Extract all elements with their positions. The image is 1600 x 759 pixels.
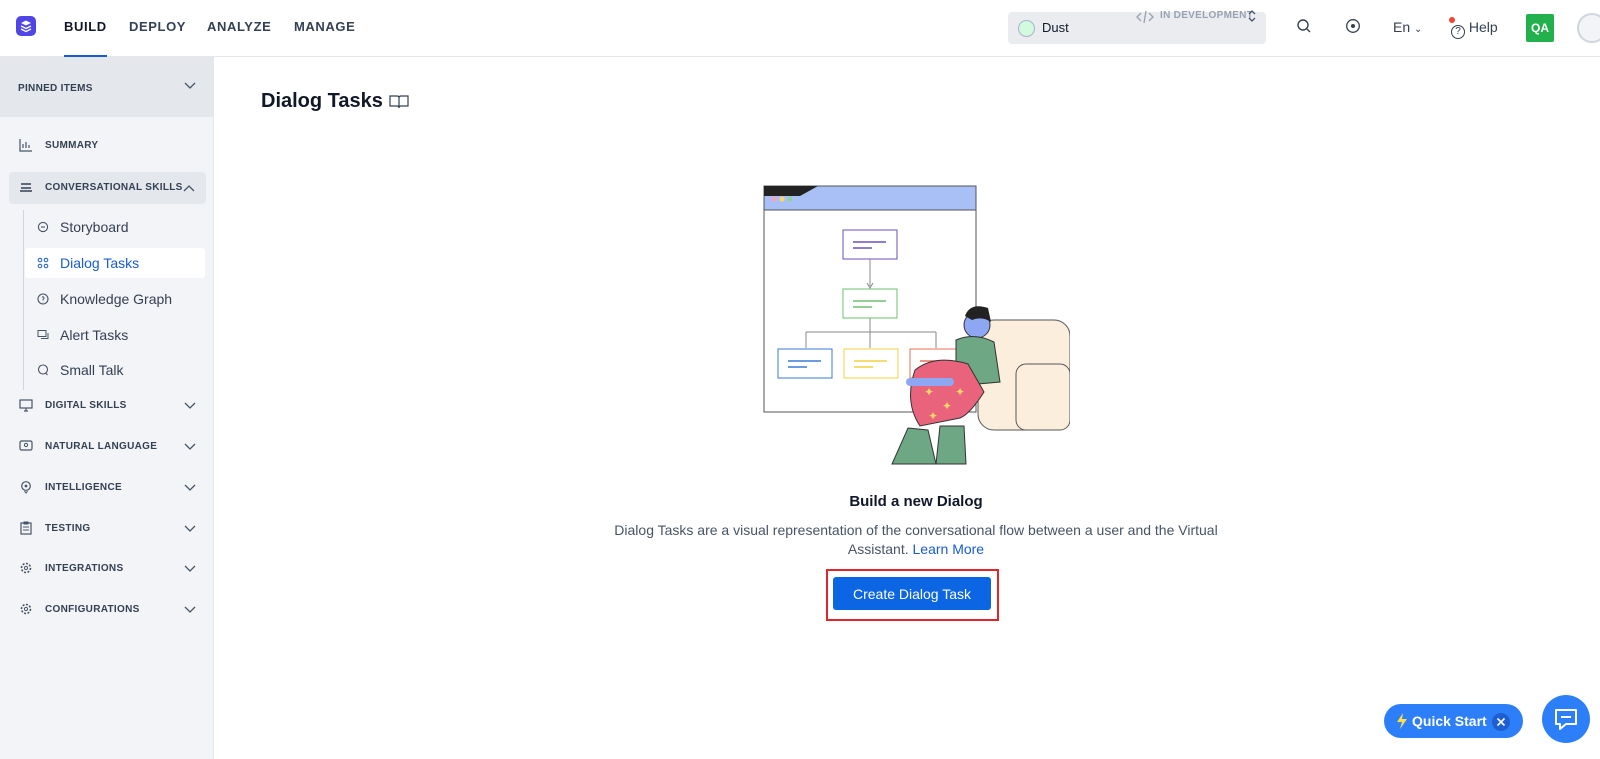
- compass-icon[interactable]: [1345, 18, 1361, 34]
- help-button[interactable]: ? Help: [1451, 19, 1498, 39]
- chevron-down-icon: [184, 565, 196, 572]
- chevron-up-icon: [183, 185, 195, 192]
- svg-text:✦: ✦: [924, 385, 934, 399]
- storyboard-icon: [37, 221, 49, 233]
- bot-status: IN DEVELOPMENT: [1160, 10, 1254, 21]
- sidebar-item-label: DIGITAL SKILLS: [45, 400, 127, 411]
- sidebar-subitem-label: Alert Tasks: [60, 327, 129, 343]
- sidebar-item-label: CONVERSATIONAL SKILLS: [45, 182, 183, 193]
- sidebar: PINNED ITEMS SUMMARY CONVERSATIONAL SKIL…: [0, 57, 214, 759]
- sidebar-subitem-alert-tasks[interactable]: Alert Tasks: [25, 320, 205, 350]
- sidebar-subitem-label: Small Talk: [60, 362, 124, 378]
- sidebar-item-summary[interactable]: SUMMARY: [0, 130, 214, 162]
- quick-start-button[interactable]: Quick Start: [1384, 704, 1523, 738]
- clipboard-icon: [20, 521, 32, 535]
- bot-name: Dust: [1042, 20, 1069, 35]
- tab-manage[interactable]: MANAGE: [294, 0, 355, 57]
- top-bar: BUILD DEPLOY ANALYZE MANAGE Dust IN DEVE…: [0, 0, 1600, 57]
- chat-icon: [1555, 709, 1577, 730]
- close-icon[interactable]: [1492, 713, 1510, 731]
- sidebar-item-conversational-skills[interactable]: CONVERSATIONAL SKILLS: [9, 172, 206, 204]
- sidebar-subitem-dialog-tasks[interactable]: Dialog Tasks: [25, 248, 205, 278]
- tab-analyze[interactable]: ANALYZE: [207, 0, 271, 57]
- sidebar-item-configurations[interactable]: CONFIGURATIONS: [0, 594, 214, 626]
- profile-icon[interactable]: [1577, 13, 1600, 43]
- chevron-down-icon: ⌄: [1414, 24, 1423, 35]
- page-title: Dialog Tasks: [261, 90, 383, 112]
- layers-icon: [20, 183, 32, 192]
- book-icon[interactable]: [389, 94, 409, 110]
- search-icon[interactable]: [1296, 18, 1312, 34]
- settings-icon: [20, 603, 32, 615]
- gear-icon: [20, 562, 32, 574]
- sidebar-item-label: SUMMARY: [45, 140, 99, 151]
- sidebar-item-integrations[interactable]: INTEGRATIONS: [0, 553, 214, 585]
- language-label: En: [1393, 19, 1411, 35]
- tab-deploy[interactable]: DEPLOY: [129, 0, 186, 57]
- lightning-icon: [1397, 713, 1407, 729]
- create-dialog-task-button[interactable]: Create Dialog Task: [833, 577, 991, 610]
- submenu-guide-line: [23, 210, 24, 390]
- sidebar-item-label: INTEGRATIONS: [45, 563, 124, 574]
- learn-more-link[interactable]: Learn More: [913, 541, 985, 557]
- chevron-down-icon: [184, 443, 196, 450]
- dialog-tasks-icon: [37, 257, 49, 269]
- help-label: Help: [1468, 19, 1498, 35]
- chevron-down-icon: [184, 525, 196, 532]
- help-icon: ?: [1451, 25, 1465, 39]
- sidebar-subitem-storyboard[interactable]: Storyboard: [25, 212, 205, 242]
- small-talk-icon: [37, 364, 49, 376]
- svg-text:✦: ✦: [955, 385, 965, 399]
- dialog-illustration: ✦ ✦ ✦ ✦: [760, 182, 1070, 472]
- chevron-down-icon: [184, 606, 196, 613]
- chat-support-button[interactable]: [1542, 695, 1590, 743]
- knowledge-graph-icon: [37, 293, 49, 305]
- empty-state-title: Build a new Dialog: [849, 493, 983, 510]
- sidebar-item-digital-skills[interactable]: DIGITAL SKILLS: [0, 390, 214, 422]
- chevron-down-icon: [184, 402, 196, 409]
- svg-text:✦: ✦: [928, 409, 938, 423]
- pinned-items-label: PINNED ITEMS: [18, 83, 93, 94]
- sidebar-item-label: TESTING: [45, 523, 91, 534]
- speech-icon: [19, 440, 33, 451]
- sidebar-subitem-small-talk[interactable]: Small Talk: [25, 355, 205, 385]
- sidebar-item-label: CONFIGURATIONS: [45, 604, 140, 615]
- pinned-items-toggle[interactable]: PINNED ITEMS: [0, 57, 214, 117]
- code-icon: [1136, 9, 1154, 25]
- bar-chart-icon: [19, 139, 32, 152]
- sidebar-subitem-label: Dialog Tasks: [60, 255, 140, 271]
- language-selector[interactable]: En ⌄: [1393, 19, 1422, 35]
- user-avatar[interactable]: QA: [1526, 14, 1554, 42]
- svg-text:✦: ✦: [942, 399, 952, 413]
- sidebar-subitem-label: Storyboard: [60, 219, 129, 235]
- sidebar-item-intelligence[interactable]: INTELLIGENCE: [0, 472, 214, 504]
- empty-state-description: Dialog Tasks are a visual representation…: [600, 521, 1232, 559]
- chevron-down-icon: [184, 82, 196, 89]
- tab-build[interactable]: BUILD: [64, 0, 107, 57]
- sidebar-item-natural-language[interactable]: NATURAL LANGUAGE: [0, 431, 214, 463]
- monitor-icon: [19, 399, 33, 412]
- sidebar-item-testing[interactable]: TESTING: [0, 513, 214, 545]
- bot-avatar: [1018, 20, 1035, 37]
- sidebar-item-label: INTELLIGENCE: [45, 482, 122, 493]
- sidebar-subitem-label: Knowledge Graph: [60, 291, 173, 307]
- bulb-icon: [21, 481, 31, 494]
- quick-start-label: Quick Start: [1412, 713, 1487, 729]
- chevron-down-icon: [184, 484, 196, 491]
- chevron-up-down-icon[interactable]: [1247, 8, 1257, 24]
- sidebar-subitem-knowledge-graph[interactable]: Knowledge Graph: [25, 284, 205, 314]
- alert-tasks-icon: [37, 330, 49, 339]
- sidebar-item-label: NATURAL LANGUAGE: [45, 441, 158, 452]
- app-logo-icon[interactable]: [16, 16, 36, 36]
